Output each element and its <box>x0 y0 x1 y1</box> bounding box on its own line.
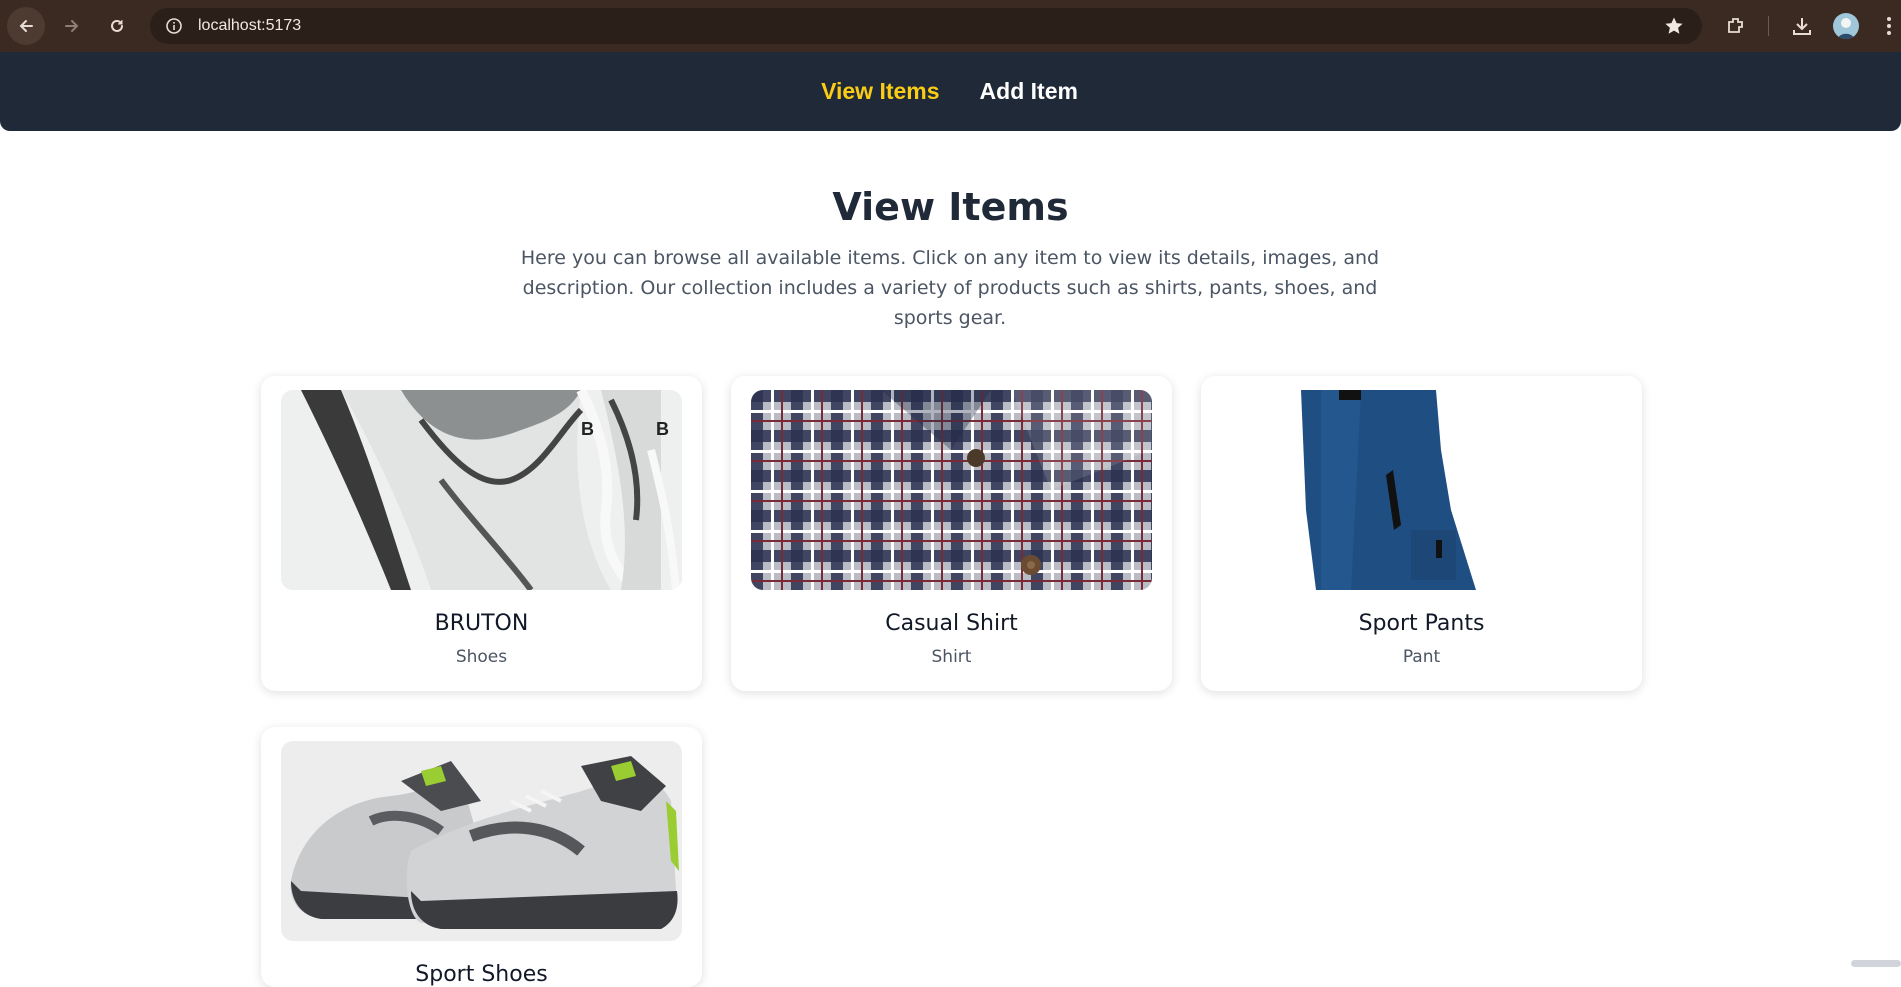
toolbar-divider <box>1768 16 1769 36</box>
item-name: BRUTON <box>434 611 529 636</box>
item-name: Sport Shoes <box>415 962 548 987</box>
page-intro: Here you can browse all available items.… <box>520 247 1380 329</box>
address-bar[interactable]: localhost:5173 <box>150 8 1702 44</box>
item-card[interactable]: Sport Shoes <box>261 727 702 987</box>
extensions-icon[interactable] <box>1724 14 1748 38</box>
page-title: View Items <box>832 185 1069 229</box>
browser-toolbar: localhost:5173 <box>0 0 1901 52</box>
item-image <box>751 390 1152 590</box>
forward-button[interactable] <box>53 7 91 45</box>
svg-text:B: B <box>656 419 669 439</box>
reload-icon <box>111 19 123 32</box>
item-card[interactable]: Casual Shirt Shirt <box>731 376 1172 691</box>
back-button[interactable] <box>7 7 45 45</box>
item-category: Shoes <box>455 647 508 667</box>
item-category: Pant <box>1402 647 1441 667</box>
item-name: Sport Pants <box>1358 611 1485 636</box>
item-card[interactable]: Sport Pants Pant <box>1201 376 1642 691</box>
nav-link-add-item[interactable]: Add Item <box>980 78 1078 105</box>
download-icon[interactable] <box>1790 14 1814 38</box>
horizontal-scrollbar[interactable] <box>1851 960 1901 967</box>
profile-avatar[interactable] <box>1833 13 1859 39</box>
arrow-left-icon <box>19 20 33 32</box>
app-navbar: View Items Add Item <box>0 52 1901 131</box>
url-text: localhost:5173 <box>198 17 302 34</box>
item-image: B B <box>281 390 682 590</box>
arrow-right-icon <box>65 20 79 32</box>
item-image <box>281 741 682 941</box>
item-image <box>1221 390 1622 590</box>
reload-button[interactable] <box>98 7 136 45</box>
site-info-icon[interactable] <box>164 16 184 36</box>
nav-link-view-items[interactable]: View Items <box>821 78 939 105</box>
bookmark-star-icon[interactable] <box>1664 16 1684 40</box>
svg-text:B: B <box>581 419 594 439</box>
item-category: Shirt <box>931 647 972 667</box>
browser-menu-icon[interactable] <box>1885 14 1893 38</box>
item-name: Casual Shirt <box>885 611 1018 636</box>
item-card[interactable]: B B BRUTON Shoes <box>261 376 702 691</box>
